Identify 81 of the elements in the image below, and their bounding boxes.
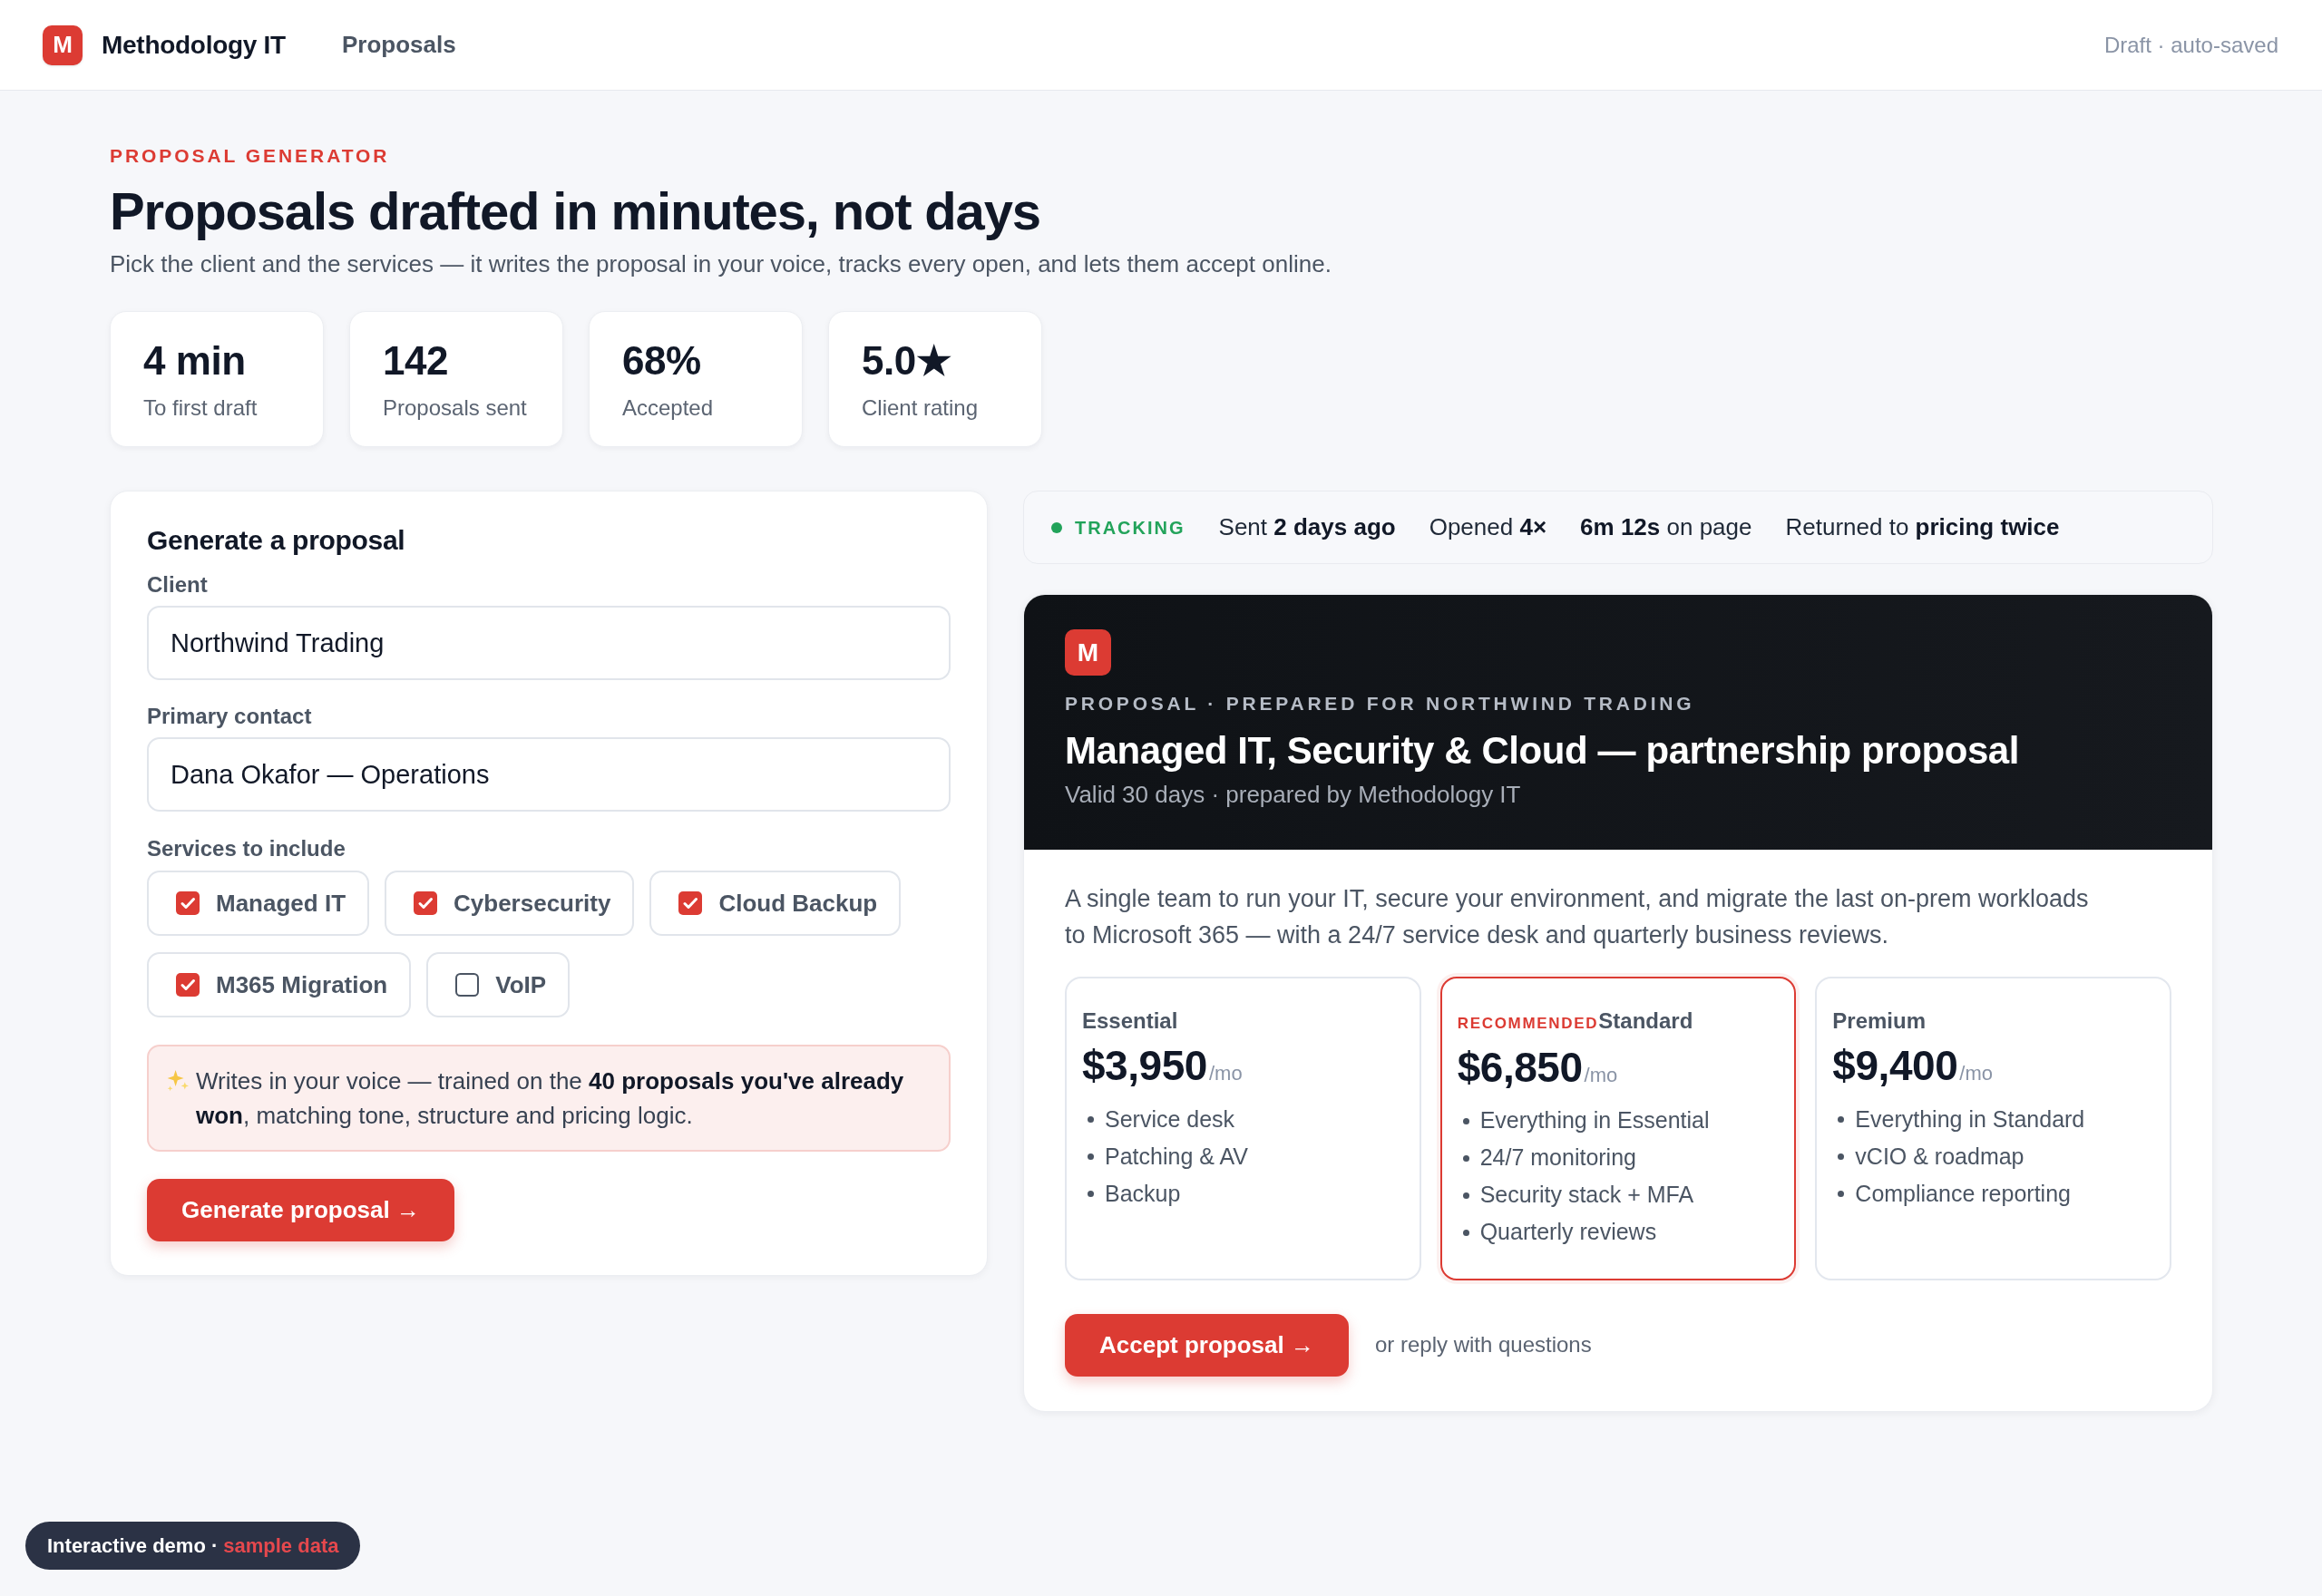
brand-logo[interactable]: M (43, 24, 83, 65)
field-label: Client (147, 571, 209, 598)
feature-text: Everything in Essential (1479, 1106, 1710, 1135)
service-option[interactable]: Cybersecurity (385, 871, 635, 936)
checkbox[interactable] (176, 973, 200, 997)
bullet-icon (1462, 1117, 1469, 1124)
proposal-eyebrow: PROPOSAL · PREPARED FOR NORTHWIND TRADING (1065, 692, 1696, 715)
demo-label: Interactive demo · (47, 1533, 219, 1559)
pricing-card[interactable]: Essential $3,950/mo Service desk Patching & AV Backup (1065, 977, 1421, 1280)
note-text: Writes in your voice — trained on the 40 proposals you've already won, matching tone, structure and pricing logic. (196, 1066, 905, 1131)
tracking-label: TRACKING (1075, 516, 1185, 540)
tracking-stat: 6m 12s on page (1580, 512, 1752, 542)
bullet-icon (1462, 1229, 1469, 1236)
tier-name: Premium (1832, 1007, 1927, 1034)
service-option[interactable]: Cloud Backup (649, 871, 902, 936)
bullet-icon (1838, 1153, 1845, 1160)
service-option[interactable]: VoIP (426, 952, 571, 1017)
price-period: /mo (1584, 1062, 1618, 1088)
generate-button[interactable]: Generate proposal → (147, 1179, 454, 1241)
proposal-logo: M (1065, 629, 1111, 676)
tracking-stat: Opened 4× (1429, 512, 1547, 542)
brand-name: Methodology IT (102, 29, 286, 61)
checkbox[interactable] (678, 891, 703, 915)
field-label: Primary contact (147, 703, 313, 729)
sample-data-label: sample data (223, 1533, 339, 1559)
field-label: Services to include (147, 835, 346, 861)
recommended-label: RECOMMENDED (1457, 1014, 1599, 1034)
pricing-card[interactable]: RECOMMENDEDStandard $6,850/mo Everything in Essential 24/7 monitoring Security stack + MFA Quarterly reviews (1439, 977, 1797, 1280)
feature-text: Everything in Standard (1855, 1105, 2085, 1134)
text-field[interactable]: Dana Okafor — Operations (147, 737, 951, 812)
feature-text: Patching & AV (1105, 1142, 1248, 1171)
stat-value: 68% (622, 340, 702, 382)
bullet-icon (1088, 1116, 1094, 1123)
service-option[interactable]: M365 Migration (147, 952, 412, 1017)
tier-name: Essential (1082, 1007, 1178, 1034)
bullet-icon (1088, 1191, 1094, 1197)
price-period: /mo (1208, 1061, 1243, 1086)
stat-value: 4 min (143, 340, 247, 382)
feature-text: Security stack + MFA (1479, 1181, 1694, 1210)
checkbox[interactable] (455, 973, 480, 997)
pricing-card[interactable]: Premium $9,400/mo Everything in Standard vCIO & roadmap Compliance reporting (1815, 977, 2171, 1280)
draft-status: Draft · auto-saved (2103, 31, 2278, 59)
stat-value: 142 (383, 340, 450, 382)
feature-text: Compliance reporting (1855, 1179, 2071, 1208)
stat-label: Client rating (862, 394, 980, 422)
stat-label: Accepted (622, 394, 715, 422)
bullet-icon (1462, 1154, 1469, 1162)
eyebrow-label: PROPOSAL GENERATOR (110, 145, 391, 167)
checkbox[interactable] (176, 891, 200, 915)
feature-text: 24/7 monitoring (1479, 1143, 1636, 1173)
proposal-title: Managed IT, Security & Cloud — partnership proposal (1065, 728, 2021, 774)
text-field[interactable]: Northwind Trading (147, 606, 951, 680)
stat-label: To first draft (143, 394, 259, 422)
nav-link[interactable]: Proposals (341, 27, 456, 63)
feature-text: vCIO & roadmap (1855, 1142, 2024, 1171)
feature-text: Service desk (1105, 1105, 1235, 1134)
checkbox[interactable] (414, 891, 437, 915)
proposal-validity: Valid 30 days · prepared by Methodology IT (1065, 780, 1522, 809)
stat-value: 5.0★ (862, 340, 952, 382)
bullet-icon (1088, 1153, 1094, 1160)
panel-title: Generate a proposal (147, 524, 406, 557)
sparkles-icon (167, 1070, 189, 1092)
bullet-icon (1838, 1191, 1845, 1197)
feature-text: Quarterly reviews (1479, 1218, 1657, 1247)
tier-price: $3,950 (1082, 1041, 1207, 1090)
accept-button[interactable]: Accept proposal → (1065, 1313, 1349, 1377)
bullet-icon (1462, 1192, 1469, 1199)
tier-price: $9,400 (1832, 1041, 1958, 1090)
service-option[interactable]: Managed IT (147, 871, 369, 936)
bullet-icon (1838, 1116, 1845, 1123)
tier-name: Standard (1598, 1007, 1693, 1034)
page-heading: Proposals drafted in minutes, not days (110, 181, 1041, 241)
reply-note: or reply with questions (1374, 1331, 1592, 1358)
tracking-stat: Returned to pricing twice (1785, 512, 2060, 542)
feature-text: Backup (1105, 1179, 1181, 1208)
stat-label: Proposals sent (383, 394, 528, 422)
proposal-summary: A single team to run your IT, secure your environment, and migrate the last on-prem workloads to Microsoft 365 — with a 24/7 service desk and quarterly business reviews. (1065, 884, 2090, 950)
tier-price: $6,850 (1457, 1042, 1583, 1092)
tracking-stat: Sent 2 days ago (1218, 512, 1396, 542)
page-subtitle: Pick the client and the services — it writes the proposal in your voice, tracks every open, and lets them accept online. (110, 249, 1332, 278)
price-period: /mo (1959, 1061, 1993, 1086)
